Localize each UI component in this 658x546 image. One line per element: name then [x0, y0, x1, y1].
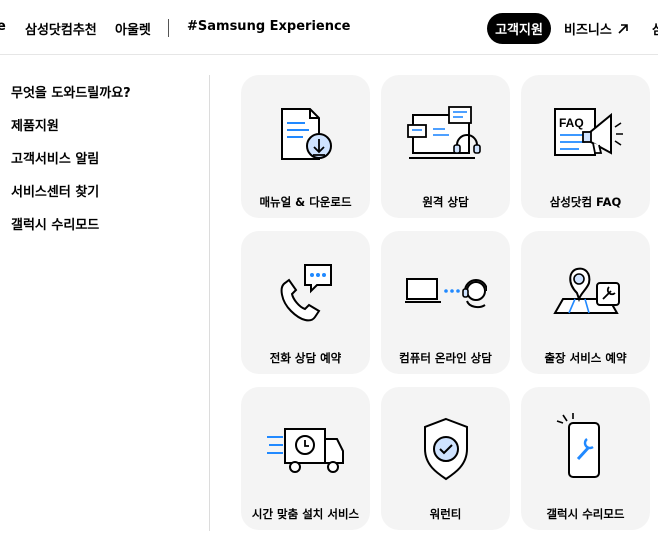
side-menu: 무엇을 도와드릴까요? 제품지원 고객서비스 알림 서비스센터 찾기 갤럭시 수… — [0, 75, 210, 531]
card-label: 출장 서비스 예약 — [544, 351, 627, 365]
nav-item-business-label: 비즈니스 — [564, 23, 612, 38]
nav-item-outlet[interactable]: 아울렛 — [115, 19, 151, 38]
card-computer-online[interactable]: 컴퓨터 온라인 상담 — [381, 231, 510, 374]
map-wrench-icon — [553, 267, 620, 314]
card-install-service[interactable]: 시간 맞춤 설치 서비스 — [241, 387, 370, 530]
delivery-truck-icon — [267, 428, 344, 473]
card-phone-reservation[interactable]: 전화 상담 예약 — [241, 231, 370, 374]
card-label: 갤럭시 수리모드 — [546, 507, 625, 521]
card-label: 시간 맞춤 설치 서비스 — [251, 507, 360, 521]
card-warranty[interactable]: 워런티 — [381, 387, 510, 530]
computer-headset-icon — [405, 278, 487, 309]
card-visit-service[interactable]: 출장 서비스 예약 — [521, 231, 650, 374]
faq-megaphone-icon: FAQ — [554, 108, 623, 156]
card-remote-consult[interactable]: 원격 상담 — [381, 75, 510, 218]
faq-text: FAQ — [559, 116, 584, 130]
card-label: 워런티 — [429, 507, 462, 521]
card-label: 매뉴얼 & 다운로드 — [259, 195, 352, 209]
side-item-help[interactable]: 무엇을 도와드릴까요? — [11, 82, 131, 101]
card-faq[interactable]: FAQ 삼성닷컴 FAQ — [521, 75, 650, 218]
nav-item-cut-left[interactable]: e — [0, 19, 6, 34]
remote-consult-icon — [407, 106, 481, 159]
side-item-service-center[interactable]: 서비스센터 찾기 — [11, 181, 99, 200]
phone-repair-icon — [556, 413, 600, 478]
nav-item-customer-support[interactable]: 고객지원 — [487, 13, 551, 44]
shield-check-icon — [424, 417, 468, 481]
external-arrow-icon — [618, 24, 628, 34]
side-item-product-support[interactable]: 제품지원 — [11, 115, 59, 134]
card-label: 원격 상담 — [422, 195, 469, 209]
card-label: 전화 상담 예약 — [269, 351, 342, 365]
card-galaxy-repair[interactable]: 갤럭시 수리모드 — [521, 387, 650, 530]
nav-item-samsung-experience[interactable]: #Samsung Experience — [187, 19, 351, 34]
top-navigation: e 삼성닷컴추천 아울렛 #Samsung Experience 고객지원 비즈… — [0, 0, 658, 55]
card-label: 컴퓨터 온라인 상담 — [399, 351, 492, 365]
side-item-galaxy-repair-mode[interactable]: 갤럭시 수리모드 — [11, 214, 99, 233]
manual-download-icon — [281, 108, 332, 160]
card-label: 삼성닷컴 FAQ — [549, 195, 622, 209]
card-manual-download[interactable]: 매뉴얼 & 다운로드 — [241, 75, 370, 218]
nav-item-recommend[interactable]: 삼성닷컴추천 — [25, 19, 97, 38]
side-item-service-notice[interactable]: 고객서비스 알림 — [11, 148, 99, 167]
nav-divider — [168, 19, 169, 37]
nav-item-business[interactable]: 비즈니스 — [564, 19, 630, 38]
nav-item-cut-right[interactable]: 삼 — [652, 19, 658, 38]
phone-chat-icon — [280, 264, 332, 322]
